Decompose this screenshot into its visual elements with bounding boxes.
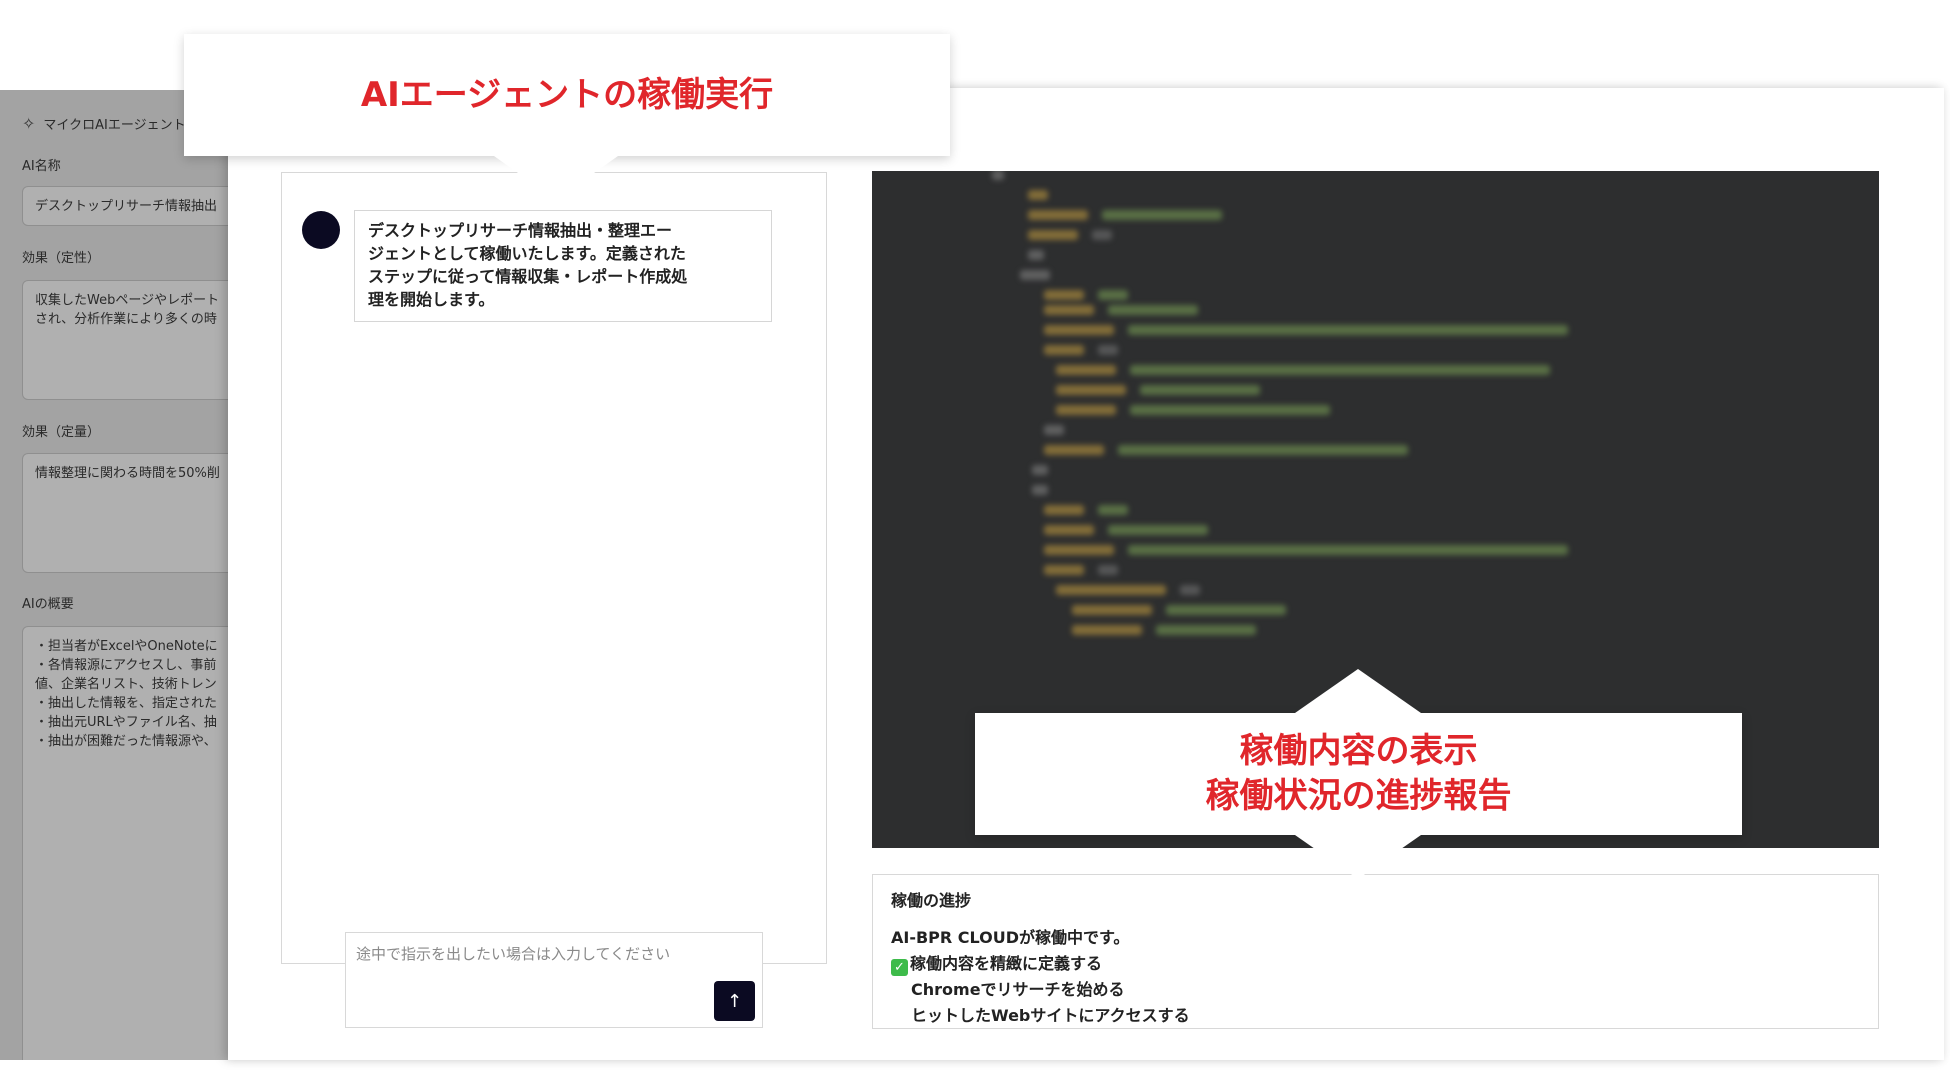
code-line — [1166, 605, 1286, 615]
message-line: 理を開始します。 — [368, 290, 495, 309]
code-line — [1032, 485, 1048, 495]
code-line — [1044, 325, 1114, 335]
code-line — [1044, 425, 1064, 435]
overview-label: AIの概要 — [22, 597, 74, 612]
code-line — [1072, 605, 1152, 615]
progress-title: 稼働の進捗 — [891, 891, 972, 910]
overview-line: ・抽出した情報を、指定された — [35, 696, 218, 711]
code-line — [1044, 345, 1084, 355]
progress-step: Chromeでリサーチを始める — [911, 980, 1125, 999]
code-line — [1044, 305, 1094, 315]
callout-line: 稼働状況の進捗報告 — [1205, 776, 1512, 816]
qualitative-label: 効果（定性） — [22, 251, 101, 266]
ai-name-label: AI名称 — [22, 159, 61, 174]
qualitative-line: 収集したWebページやレポート — [35, 293, 220, 308]
code-line — [1028, 230, 1078, 240]
code-line — [1044, 565, 1084, 575]
code-line — [1118, 445, 1408, 455]
quantitative-field[interactable]: 情報整理に関わる時間を50%削 — [22, 453, 240, 573]
qualitative-field[interactable]: 収集したWebページやレポート され、分析作業により多くの時 — [22, 280, 240, 400]
agent-message: デスクトップリサーチ情報抽出・整理エー ジェントとして稼働いたします。定義された… — [354, 210, 772, 322]
panel-title: ✧ マイクロAIエージェント — [22, 114, 186, 133]
code-line — [1140, 385, 1260, 395]
code-line — [1056, 585, 1166, 595]
instruction-input[interactable] — [356, 941, 736, 967]
ai-name-field[interactable]: デスクトップリサーチ情報抽出 — [22, 186, 240, 226]
code-line — [1108, 305, 1198, 315]
code-line — [1044, 445, 1104, 455]
overview-field[interactable]: ・担当者がExcelやOneNoteに ・各情報源にアクセスし、事前 値、企業名… — [22, 626, 240, 1060]
progress-step-done: ✓ 稼働内容を精緻に定義する — [891, 951, 1860, 977]
code-line — [1056, 365, 1116, 375]
overview-line: ・抽出元URLやファイル名、抽 — [35, 715, 217, 730]
check-icon: ✓ — [891, 959, 908, 976]
code-line — [1044, 525, 1094, 535]
code-line — [1044, 545, 1114, 555]
overview-line: ・各情報源にアクセスし、事前 — [35, 658, 217, 673]
code-line — [1092, 230, 1112, 240]
callout-agent-run: AIエージェントの稼働実行 — [184, 34, 950, 200]
callout-line: 稼働内容の表示 — [1239, 731, 1478, 771]
code-line — [1130, 365, 1550, 375]
code-line — [1098, 290, 1128, 300]
code-line — [1098, 505, 1128, 515]
code-line — [992, 171, 1004, 180]
code-line — [1056, 385, 1126, 395]
sparkle-icon: ✧ — [22, 114, 36, 133]
quantitative-value: 情報整理に関わる時間を50%削 — [35, 466, 220, 481]
overview-line: ・抽出が困難だった情報源や、 — [35, 734, 217, 749]
message-line: ジェントとして稼働いたします。定義された — [368, 244, 686, 263]
progress-status: AI-BPR CLOUDが稼働中です。 — [891, 928, 1130, 947]
message-line: デスクトップリサーチ情報抽出・整理エー — [368, 221, 673, 240]
overview-line: 値、企業名リスト、技術トレン — [35, 677, 217, 692]
overview-line: ・担当者がExcelやOneNoteに — [35, 639, 218, 654]
code-line — [1128, 325, 1568, 335]
code-line — [1028, 250, 1044, 260]
code-line — [1032, 465, 1048, 475]
code-line — [1102, 210, 1222, 220]
send-button[interactable]: ↑ — [714, 981, 755, 1021]
callout-progress-report: 稼働内容の表示 稼働状況の進捗報告 — [975, 669, 1742, 879]
code-line — [1156, 625, 1256, 635]
agent-avatar — [302, 211, 340, 249]
panel-title-text: マイクロAIエージェント — [43, 118, 186, 133]
code-line — [1130, 405, 1330, 415]
code-line — [1108, 525, 1208, 535]
progress-step: ヒットしたWebサイトにアクセスする — [911, 1006, 1190, 1025]
instruction-composer: ↑ — [345, 932, 763, 1028]
arrow-up-icon: ↑ — [726, 990, 743, 1012]
code-line — [1044, 290, 1084, 300]
code-line — [1180, 585, 1200, 595]
message-line: ステップに従って情報収集・レポート作成処 — [368, 267, 688, 286]
qualitative-line: され、分析作業により多くの時 — [35, 312, 217, 327]
code-line — [1128, 545, 1568, 555]
code-line — [1028, 210, 1088, 220]
agent-settings-panel: ✧ マイクロAIエージェント AI名称 デスクトップリサーチ情報抽出 効果（定性… — [0, 90, 240, 1060]
code-line — [1098, 345, 1118, 355]
code-line — [1098, 565, 1118, 575]
code-line — [1044, 505, 1084, 515]
code-line — [1072, 625, 1142, 635]
progress-panel: 稼働の進捗 AI-BPR CLOUDが稼働中です。 ✓ 稼働内容を精緻に定義する … — [872, 874, 1879, 1029]
progress-step-text: 稼働内容を精緻に定義する — [910, 954, 1103, 973]
code-line — [1020, 270, 1050, 280]
code-line — [1056, 405, 1116, 415]
ai-name-value: デスクトップリサーチ情報抽出 — [35, 199, 218, 214]
quantitative-label: 効果（定量） — [22, 425, 101, 440]
code-line — [1028, 190, 1048, 200]
